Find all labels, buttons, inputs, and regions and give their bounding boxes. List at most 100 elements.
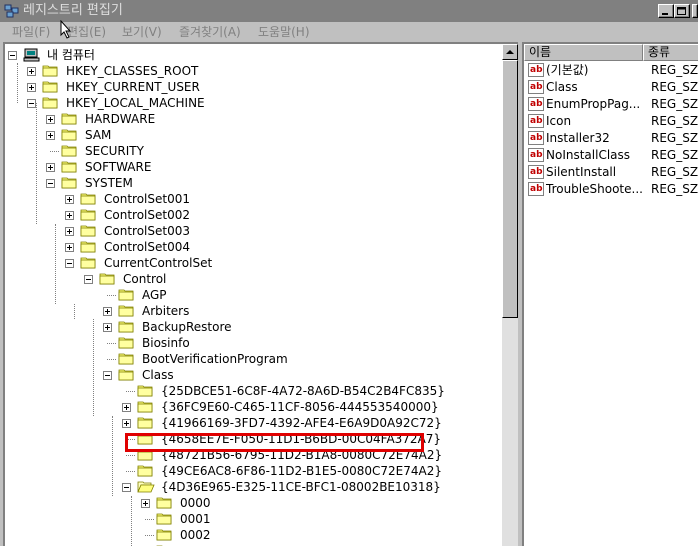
collapse-icon[interactable] [27, 99, 36, 108]
tree-node-label: SOFTWARE [85, 160, 152, 174]
list-item[interactable]: ab SilentInstall REG_SZ [524, 164, 698, 181]
expand-icon[interactable] [46, 115, 55, 124]
tree-node-label: ControlSet001 [104, 192, 190, 206]
list-item[interactable]: ab Installer32 REG_SZ [524, 130, 698, 147]
expand-icon[interactable] [46, 131, 55, 140]
folder-icon [80, 209, 96, 221]
list-item[interactable]: ab TroubleShoote... REG_SZ [524, 181, 698, 198]
value-type: REG_SZ [651, 148, 698, 162]
tree-node-label: {25DBCE51-6C8F-4A72-8A6D-B54C2B4FC835} [161, 384, 445, 398]
tree-connector [126, 471, 135, 472]
value-type: REG_SZ [651, 80, 698, 94]
menu-edit[interactable]: 편집(E) [67, 24, 106, 40]
folder-icon [80, 193, 96, 205]
expand-icon[interactable] [27, 83, 36, 92]
tree-node-label: {41966169-3FD7-4392-AFE4-E6A9D0A92C72} [161, 416, 442, 430]
tree-node-label: ControlSet004 [104, 240, 190, 254]
expand-icon[interactable] [27, 67, 36, 76]
expand-icon[interactable] [46, 163, 55, 172]
tree-node-label: AGP [142, 288, 167, 302]
expand-icon[interactable] [103, 307, 112, 316]
minimize-icon [662, 13, 668, 15]
list-item[interactable]: ab Icon REG_SZ [524, 113, 698, 130]
tree-node-label: Control [123, 272, 167, 286]
collapse-icon[interactable] [122, 483, 131, 492]
list-item[interactable]: ab EnumPropPag... REG_SZ [524, 96, 698, 113]
value-name: TroubleShoote... [546, 182, 643, 196]
value-type: REG_SZ [651, 97, 698, 111]
list-item[interactable]: ab NoInstallClass REG_SZ [524, 147, 698, 164]
registry-editor-icon [4, 4, 19, 18]
folder-icon [118, 321, 134, 333]
value-name: Installer32 [546, 131, 610, 145]
expand-icon[interactable] [122, 419, 131, 428]
registry-editor-window: 레지스트리 편집기 파일(F) 편집(E) 보기(V) 즐겨찾기(A) 도움말(… [0, 0, 698, 546]
tree-vertical-scrollbar[interactable] [502, 44, 518, 546]
collapse-icon[interactable] [46, 179, 55, 188]
arrow-up-icon [506, 50, 514, 54]
maximize-button[interactable] [674, 4, 690, 18]
menu-file[interactable]: 파일(F) [12, 24, 50, 40]
close-button[interactable] [692, 4, 698, 18]
string-value-icon: ab [528, 63, 544, 77]
tree-node-label: Class [142, 368, 174, 382]
value-name: Icon [546, 114, 572, 128]
tree-node-label: HKEY_CURRENT_USER [66, 80, 200, 94]
title-bar[interactable]: 레지스트리 편집기 [0, 0, 698, 22]
expand-icon[interactable] [103, 323, 112, 332]
column-header-name[interactable]: 이름 [524, 44, 643, 61]
value-type: REG_SZ [651, 182, 698, 196]
folder-icon [42, 81, 58, 93]
tree-node-label: Arbiters [142, 304, 190, 318]
tree-node-label: ControlSet002 [104, 208, 190, 222]
value-name: NoInstallClass [546, 148, 631, 162]
collapse-icon[interactable] [8, 51, 17, 60]
list-item[interactable]: ab Class REG_SZ [524, 79, 698, 96]
scroll-thumb[interactable] [502, 60, 518, 318]
tree-connector [50, 151, 59, 152]
tree-connector [145, 519, 154, 520]
tree-connector [131, 496, 132, 546]
expand-icon[interactable] [65, 227, 74, 236]
folder-icon [42, 65, 58, 77]
tree-node-label: {49CE6AC8-6F86-11D2-B1E5-0080C72E74A2} [161, 464, 442, 478]
collapse-icon[interactable] [84, 275, 93, 284]
folder-icon [61, 113, 77, 125]
expand-icon[interactable] [65, 243, 74, 252]
tree-connector [17, 63, 18, 103]
expand-icon[interactable] [122, 403, 131, 412]
tree-connector [107, 343, 116, 344]
folder-icon [61, 129, 77, 141]
folder-icon [118, 369, 134, 381]
expand-icon[interactable] [141, 499, 150, 508]
registry-tree-pane[interactable]: 내 컴퓨터 HKEY_CLASSES_ROOT HKEY_CURRENT_USER H… [3, 42, 518, 546]
value-name: Class [546, 80, 578, 94]
minimize-button[interactable] [658, 4, 674, 18]
folder-icon [61, 145, 77, 157]
column-header-type[interactable]: 종류 [643, 44, 698, 61]
scroll-up-button[interactable] [502, 44, 518, 60]
folder-icon [137, 417, 153, 429]
mouse-cursor-icon [60, 20, 72, 39]
tree-node-label: HKEY_CLASSES_ROOT [66, 64, 199, 78]
window-title: 레지스트리 편집기 [23, 3, 123, 18]
expand-icon[interactable] [65, 211, 74, 220]
collapse-icon[interactable] [103, 371, 112, 380]
collapse-icon[interactable] [65, 259, 74, 268]
expand-icon[interactable] [65, 195, 74, 204]
string-value-icon: ab [528, 131, 544, 145]
menu-help[interactable]: 도움말(H) [258, 24, 310, 40]
folder-icon [137, 385, 153, 397]
menu-view[interactable]: 보기(V) [122, 24, 162, 40]
menu-favorites[interactable]: 즐겨찾기(A) [179, 24, 241, 40]
tree-connector [112, 416, 113, 496]
values-list-pane[interactable]: 이름 종류 ab (기본값) REG_SZ ab Class REG_SZ ab EnumPr… [522, 42, 698, 546]
value-type: REG_SZ [651, 114, 698, 128]
tree-node-label: {36FC9E60-C465-11CF-8056-444553540000} [161, 400, 439, 414]
string-value-icon: ab [528, 80, 544, 94]
value-type: REG_SZ [651, 165, 698, 179]
value-type: REG_SZ [651, 63, 698, 77]
folder-icon [156, 497, 172, 509]
list-item[interactable]: ab (기본값) REG_SZ [524, 62, 698, 79]
value-name: EnumPropPag... [546, 97, 641, 111]
